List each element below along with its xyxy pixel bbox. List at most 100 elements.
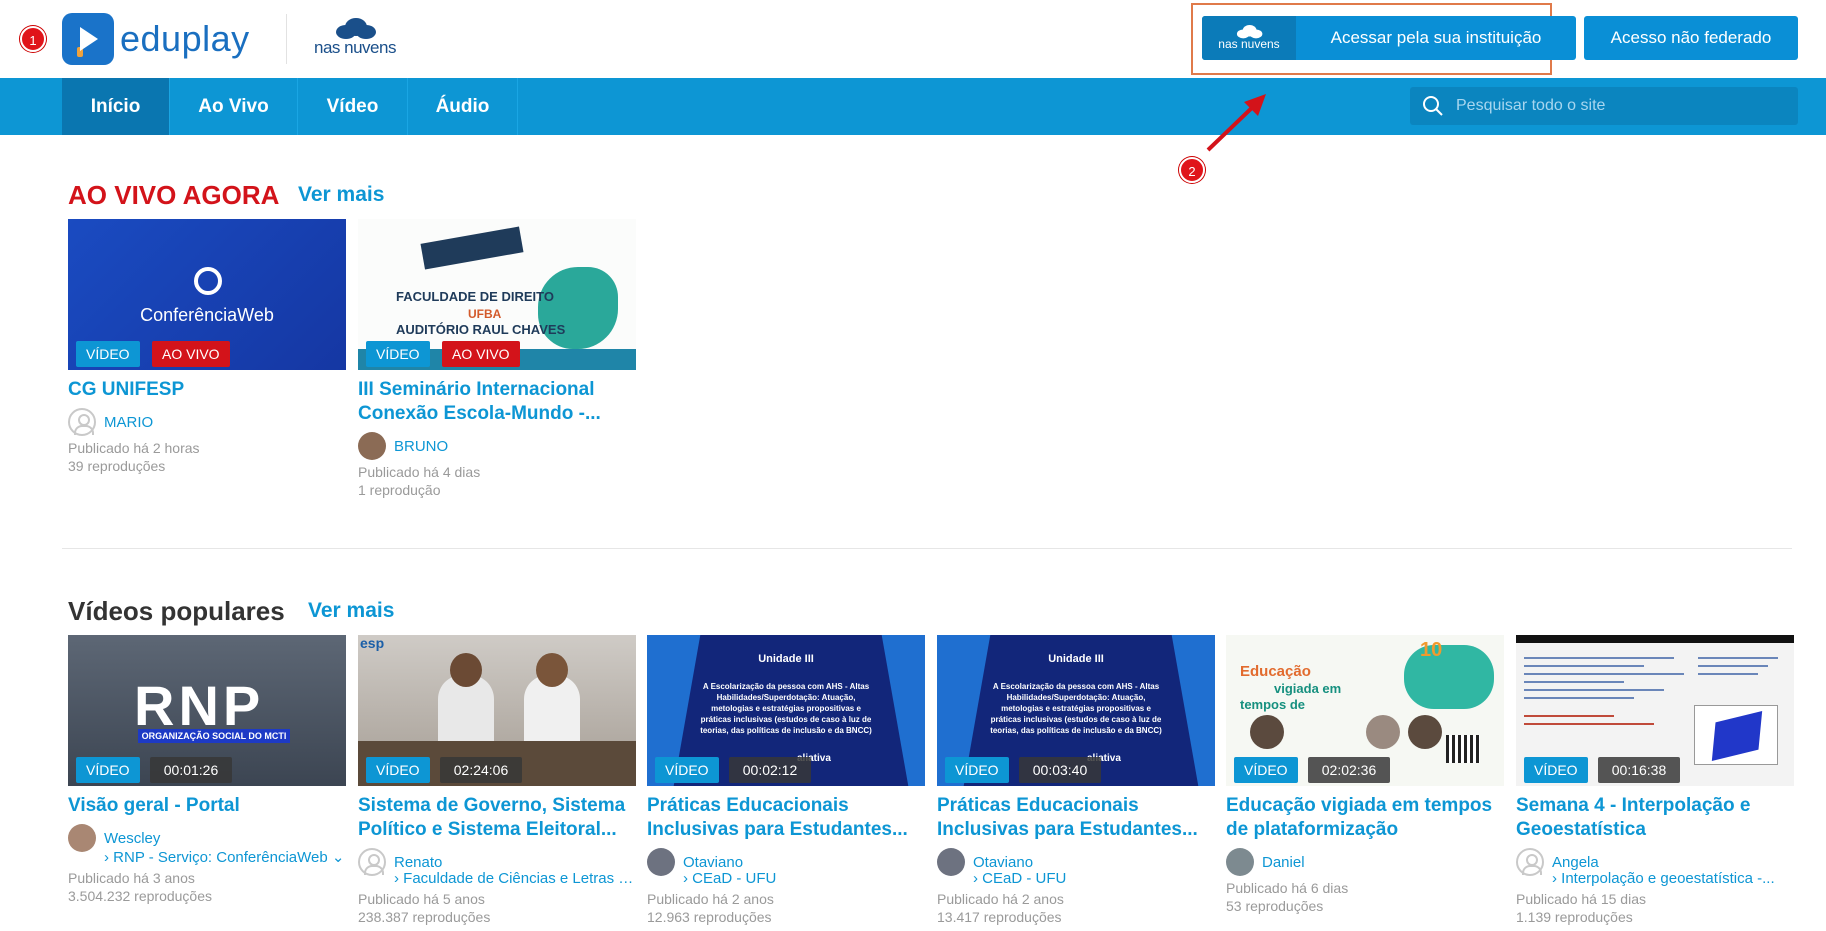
video-tag: VÍDEO [945,757,1009,783]
video-card[interactable]: VÍDEO 00:16:38 Semana 4 - Interpolação e… [1516,635,1794,926]
channel-link[interactable]: › Interpolação e geoestatística -... [1552,870,1794,887]
eduplay-logo-text: eduplay [120,18,250,59]
channel-link[interactable]: › Faculdade de Ciências e Letras d... [394,870,636,887]
author-name[interactable]: Angela [1552,854,1599,871]
author-name[interactable]: MARIO [104,414,153,431]
play-count: 238.387 reproduções [358,909,491,925]
author-name[interactable]: Wescley [104,830,160,847]
code-line [1524,723,1654,725]
tab-inicio[interactable]: Início [62,78,170,135]
video-tag: VÍDEO [1234,757,1298,783]
card-author[interactable]: MARIO [68,408,346,436]
eduplay-logo[interactable]: eduplay [62,12,250,66]
channel-link[interactable]: › RNP - Serviço: ConferênciaWeb ⌄ [104,848,346,866]
nasnuvens-logo-text: nas nuvens [314,38,396,57]
thumbnail-text: UFBA [468,307,502,321]
card-title[interactable]: Educação vigiada em tempos de plataformi… [1226,794,1504,842]
code-line [1524,657,1674,659]
thumbnail-heading: Unidade III [758,653,814,665]
code-line [1698,657,1778,659]
annotation-badge-2: 2 [1179,157,1205,183]
person-face-shape [1250,715,1284,749]
video-thumbnail[interactable]: VÍDEO 00:16:38 [1516,635,1794,786]
search-input[interactable] [1456,97,1776,115]
code-line [1524,689,1664,691]
card-title[interactable]: Práticas Educacionais Inclusivas para Es… [647,794,925,842]
video-card[interactable]: RNP ORGANIZAÇÃO SOCIAL DO MCTI VÍDEO 00:… [68,635,346,905]
duration-label: 00:16:38 [1598,757,1680,783]
code-line [1524,673,1684,675]
main-nav: Início Ao Vivo Vídeo Áudio [0,78,1826,135]
nasnuvens-logo[interactable]: nas nuvens [310,18,400,60]
live-section-title: AO VIVO AGORA [68,180,280,210]
avatar [1226,848,1254,876]
published-date: Publicado há 15 dias [1516,891,1646,907]
thumbnail-heading: Unidade III [1048,653,1104,665]
avatar [647,848,675,876]
non-federated-login-button[interactable]: Acesso não federado [1584,16,1798,60]
card-title[interactable]: III Seminário Internacional Conexão Esco… [358,378,636,426]
video-card[interactable]: esp VÍDEO 02:24:06 Sistema de Governo, S… [358,635,636,926]
search-box[interactable] [1410,87,1798,125]
person-face-shape [1408,715,1442,749]
video-thumbnail[interactable]: FACULDADE DE DIREITO UFBA AUDITÓRIO RAUL… [358,219,636,370]
published-date: Publicado há 5 anos [358,891,485,907]
thumbnail-text: esp [360,635,385,651]
author-name[interactable]: Otaviano [973,854,1033,871]
nasnuvens-badge: nas nuvens [1202,16,1296,60]
play-count: 39 reproduções [68,458,166,474]
duration-label: 00:03:40 [1019,757,1101,783]
tab-ao-vivo[interactable]: Ao Vivo [170,78,298,135]
tab-video[interactable]: Vídeo [298,78,408,135]
video-tag: VÍDEO [655,757,719,783]
video-thumbnail[interactable]: 10 Educação vigiada em tempos de VÍDEO 0… [1226,635,1504,786]
live-card[interactable]: ConferênciaWeb VÍDEO AO VIVO CG UNIFESP … [68,219,346,475]
channel-link[interactable]: › CEaD - UFU [683,870,925,887]
author-name[interactable]: Daniel [1262,854,1305,871]
author-name[interactable]: Renato [394,854,442,871]
tab-audio[interactable]: Áudio [408,78,518,135]
user-icon [1516,848,1544,876]
live-card[interactable]: FACULDADE DE DIREITO UFBA AUDITÓRIO RAUL… [358,219,636,499]
video-card[interactable]: Unidade III A Escolarização da pessoa co… [937,635,1215,926]
webcam-icon [194,267,222,295]
published-date: Publicado há 4 dias [358,464,481,480]
video-thumbnail[interactable]: RNP ORGANIZAÇÃO SOCIAL DO MCTI VÍDEO 00:… [68,635,346,786]
card-title[interactable]: Sistema de Governo, Sistema Político e S… [358,794,636,842]
popular-see-more-link[interactable]: Ver mais [308,599,394,623]
published-date: Publicado há 6 dias [1226,880,1349,896]
author-name[interactable]: BRUNO [394,438,448,455]
duration-label: 00:01:26 [150,757,232,783]
annotation-arrow [1206,94,1266,152]
code-line [1524,665,1644,667]
author-name[interactable]: Otaviano [683,854,743,871]
card-title[interactable]: Práticas Educacionais Inclusivas para Es… [937,794,1215,842]
thumbnail-text: ORGANIZAÇÃO SOCIAL DO MCTI [138,729,290,743]
institution-login-label: Acessar pela sua instituição [1330,28,1542,47]
card-title[interactable]: CG UNIFESP [68,378,346,402]
institution-login-button[interactable]: nas nuvens Acessar pela sua instituição [1202,16,1576,60]
video-thumbnail[interactable]: ConferênciaWeb VÍDEO AO VIVO [68,219,346,370]
play-count: 12.963 reproduções [647,909,772,925]
card-author[interactable]: Daniel [1226,848,1504,876]
video-card[interactable]: Unidade III A Escolarização da pessoa co… [647,635,925,926]
video-tag: VÍDEO [76,341,140,367]
thumbnail-text: AUDITÓRIO RAUL CHAVES [396,322,566,337]
channel-link[interactable]: › CEaD - UFU [973,870,1215,887]
duration-label: 00:02:12 [729,757,811,783]
card-author[interactable]: BRUNO [358,432,636,460]
live-tag: AO VIVO [442,341,520,367]
card-title[interactable]: Semana 4 - Interpolação e Geoestatística [1516,794,1794,842]
user-icon [358,848,386,876]
live-see-more-link[interactable]: Ver mais [298,183,384,207]
video-thumbnail[interactable]: esp VÍDEO 02:24:06 [358,635,636,786]
live-tag: AO VIVO [152,341,230,367]
video-card[interactable]: 10 Educação vigiada em tempos de VÍDEO 0… [1226,635,1504,915]
published-date: Publicado há 2 anos [647,891,774,907]
avatar [358,432,386,460]
video-tag: VÍDEO [366,341,430,367]
video-thumbnail[interactable]: Unidade III A Escolarização da pessoa co… [937,635,1215,786]
video-thumbnail[interactable]: Unidade III A Escolarização da pessoa co… [647,635,925,786]
card-title[interactable]: Visão geral - Portal [68,794,346,818]
annotation-badge-1: 1 [20,26,46,52]
